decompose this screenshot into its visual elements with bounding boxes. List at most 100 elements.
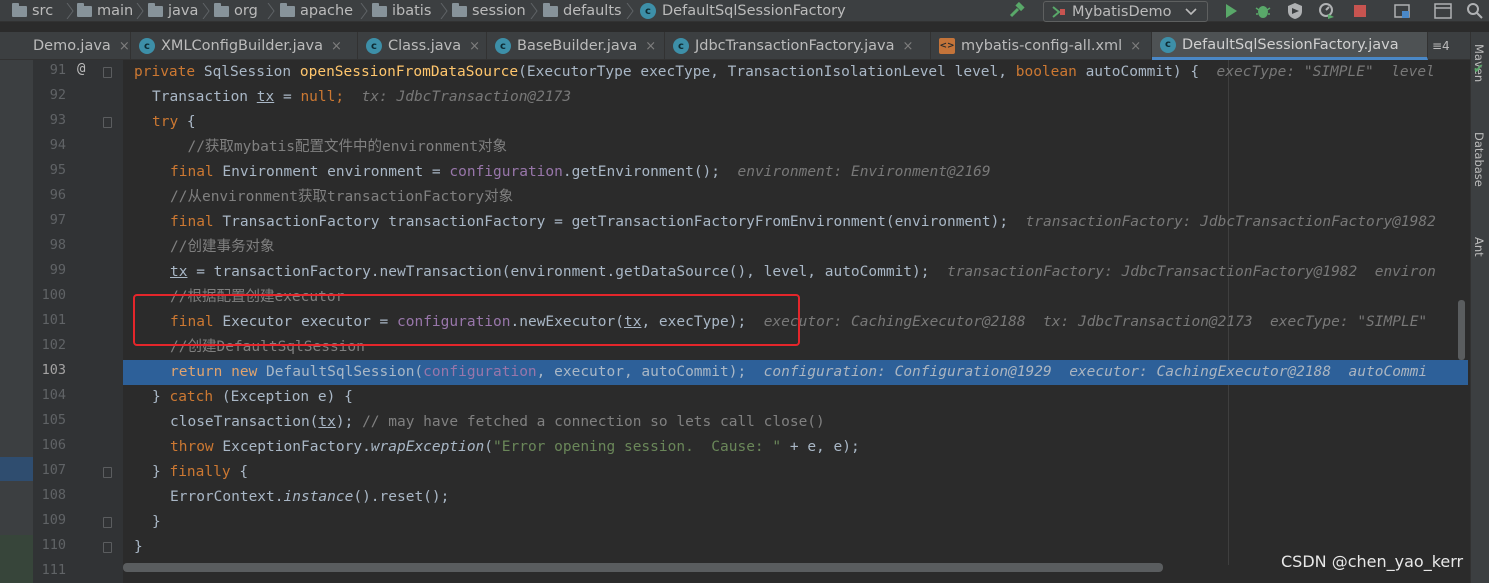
line-number[interactable]: 105 — [36, 412, 66, 428]
tab-defaultsqlsessionfactory[interactable]: c DefaultSqlSessionFactory.java — [1152, 32, 1428, 60]
tab-mybatis-config-all[interactable]: <> mybatis-config-all.xml × — [931, 32, 1152, 60]
breadcrumb-java[interactable]: java — [148, 0, 198, 22]
line-number[interactable]: 101 — [36, 312, 66, 328]
run-icon[interactable] — [1222, 2, 1240, 20]
code-line-92: Transaction tx = null; tx: JdbcTransacti… — [152, 89, 572, 105]
code-line-103-execution-point: return new DefaultSqlSession(configurati… — [123, 360, 1468, 385]
line-number[interactable]: 107 — [36, 462, 66, 478]
code-line-109: } — [152, 514, 161, 530]
line-number[interactable]: 102 — [36, 337, 66, 353]
fold-marker-icon[interactable] — [103, 467, 112, 478]
close-icon[interactable]: × — [903, 39, 914, 54]
line-number[interactable]: 100 — [36, 287, 66, 303]
tab-label: XMLConfigBuilder.java — [161, 38, 323, 54]
fold-marker-icon[interactable] — [103, 517, 112, 528]
tab-label: DefaultSqlSessionFactory.java — [1182, 36, 1399, 53]
line-number[interactable]: 98 — [36, 237, 66, 253]
fold-marker-icon[interactable] — [103, 542, 112, 553]
chevron-right-icon — [136, 3, 144, 19]
vertical-scrollbar[interactable] — [1458, 300, 1465, 360]
line-number[interactable]: 110 — [36, 537, 66, 553]
close-icon[interactable]: × — [469, 39, 480, 54]
inline-debug-value: configuration: Configuration@1929 execut… — [763, 364, 1428, 380]
line-number[interactable]: 96 — [36, 187, 66, 203]
left-tool-strip — [0, 60, 33, 583]
fold-marker-icon[interactable] — [103, 67, 112, 78]
breadcrumb-label: main — [97, 3, 134, 19]
horizontal-scrollbar[interactable] — [123, 563, 1163, 572]
inline-debug-value: tx: JdbcTransaction@2173 — [361, 89, 572, 105]
class-icon: c — [1160, 36, 1176, 53]
breadcrumb-session[interactable]: session — [452, 0, 526, 22]
line-number[interactable]: 95 — [36, 162, 66, 178]
project-structure-icon[interactable] — [1393, 2, 1411, 20]
code-line-94: //获取mybatis配置文件中的environment对象 — [170, 139, 508, 155]
run-configuration-select[interactable]: MybatisDemo — [1043, 1, 1208, 22]
chevron-right-icon — [440, 3, 448, 19]
line-number[interactable]: 92 — [36, 87, 66, 103]
database-tool-button[interactable]: Database — [1472, 132, 1486, 187]
tab-overflow-button[interactable]: ≡4 — [1428, 32, 1470, 60]
class-icon: c — [495, 38, 511, 54]
breadcrumb-ibatis[interactable]: ibatis — [372, 0, 431, 22]
folder-icon — [452, 2, 467, 17]
watermark: CSDN @chen_yao_kerr — [1281, 552, 1464, 571]
no-problems-check-icon: ✔ — [1473, 62, 1484, 77]
line-number[interactable]: 106 — [36, 437, 66, 453]
changed-region-marker — [0, 535, 33, 583]
coverage-icon[interactable] — [1286, 2, 1304, 20]
chevron-right-icon — [267, 3, 275, 19]
ant-tool-button[interactable]: Ant — [1472, 237, 1486, 257]
class-icon: c — [139, 38, 155, 54]
close-icon[interactable]: × — [119, 39, 130, 54]
line-number[interactable]: 93 — [36, 112, 66, 128]
tab-jdbctransactionfactory[interactable]: c JdbcTransactionFactory.java × — [665, 32, 931, 60]
line-number[interactable]: 94 — [36, 137, 66, 153]
fold-marker-icon[interactable] — [103, 117, 112, 128]
code-line-97: final TransactionFactory transactionFact… — [170, 214, 1436, 230]
stop-icon[interactable] — [1351, 2, 1369, 20]
search-icon[interactable] — [1466, 2, 1484, 20]
code-line-98: //创建事务对象 — [170, 239, 275, 255]
tab-class[interactable]: c Class.java × — [358, 32, 487, 60]
close-icon[interactable]: × — [645, 39, 656, 54]
breadcrumb-label: session — [472, 3, 526, 19]
line-number[interactable]: 103 — [36, 362, 66, 378]
xml-file-icon: <> — [939, 38, 955, 54]
folder-icon — [77, 2, 92, 17]
line-number[interactable]: 111 — [36, 562, 66, 578]
debug-icon[interactable] — [1254, 2, 1272, 20]
line-number[interactable]: 104 — [36, 387, 66, 403]
breadcrumb-src[interactable]: src — [12, 0, 53, 22]
tab-demo[interactable]: Demo.java × — [0, 32, 131, 60]
chevron-right-icon — [626, 3, 634, 19]
code-line-107: } finally { — [152, 464, 249, 480]
breadcrumb-label: java — [168, 3, 199, 19]
close-icon[interactable]: × — [331, 39, 342, 54]
line-number[interactable]: 109 — [36, 512, 66, 528]
breadcrumb-label: DefaultSqlSessionFactory — [662, 3, 846, 19]
breadcrumb-label: ibatis — [392, 3, 432, 19]
tab-basebuilder[interactable]: c BaseBuilder.java × — [487, 32, 665, 60]
breadcrumb-org[interactable]: org — [214, 0, 258, 22]
tab-label: Demo.java — [33, 38, 111, 54]
breadcrumb-main[interactable]: main — [77, 0, 133, 22]
line-number[interactable]: 91 — [36, 62, 66, 78]
breadcrumb-class[interactable]: c DefaultSqlSessionFactory — [640, 0, 846, 22]
breadcrumb-defaults[interactable]: defaults — [543, 0, 622, 22]
terminal-icon[interactable] — [1434, 2, 1452, 20]
line-number[interactable]: 97 — [36, 212, 66, 228]
close-icon[interactable]: × — [1130, 39, 1141, 54]
tab-xmlconfigbuilder[interactable]: c XMLConfigBuilder.java × — [131, 32, 358, 60]
line-number[interactable]: 99 — [36, 262, 66, 278]
profiler-icon[interactable] — [1318, 2, 1336, 20]
breadcrumb-apache[interactable]: apache — [280, 0, 353, 22]
run-config-icon — [1052, 5, 1065, 18]
line-number[interactable]: 108 — [36, 487, 66, 503]
chevron-down-icon — [1184, 7, 1197, 15]
code-line-110: } — [134, 539, 143, 555]
tab-label: BaseBuilder.java — [517, 38, 638, 54]
override-marker-icon[interactable]: @ — [77, 61, 85, 77]
folder-icon — [372, 2, 387, 17]
build-hammer-icon[interactable] — [1008, 2, 1026, 20]
